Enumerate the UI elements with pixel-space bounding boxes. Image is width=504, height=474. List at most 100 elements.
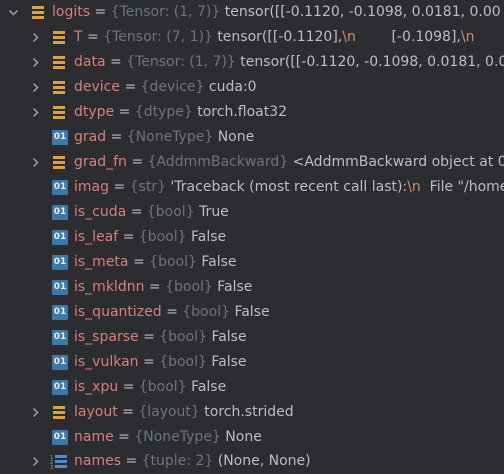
variable-type: {str}	[129, 179, 166, 195]
tree-row-name[interactable]: 01 name = {NoneType} None	[0, 425, 504, 450]
equals-sign: =	[148, 279, 161, 295]
variable-value: False	[211, 354, 247, 370]
variables-tree: logits = {Tensor: (1, 7)} tensor([[-0.11…	[0, 0, 504, 474]
tree-row-is-vulkan[interactable]: 01 is_vulkan = {bool} False	[0, 350, 504, 375]
primitive-icon: 01	[52, 305, 68, 320]
variable-value: None	[217, 129, 255, 145]
variable-name: is_xpu	[74, 379, 119, 395]
variable-value-continued: File "/home	[420, 179, 504, 195]
equals-sign: =	[124, 79, 137, 95]
tree-row-is-meta[interactable]: 01 is_meta = {bool} False	[0, 250, 504, 275]
variable-name: logits	[52, 4, 91, 20]
chevron-right-icon[interactable]	[29, 400, 41, 425]
variable-value: False	[201, 254, 237, 270]
variable-type: {device}	[140, 79, 205, 95]
tree-row-device[interactable]: device = {device} cuda:0	[0, 75, 504, 100]
variable-type: {bool}	[165, 279, 213, 295]
variable-name: device	[74, 79, 120, 95]
variable-type: {AddmmBackward}	[147, 154, 289, 170]
variable-name: grad_fn	[74, 154, 127, 170]
tree-row-data[interactable]: data = {Tensor: (1, 7)} tensor([[-0.1120…	[0, 50, 504, 75]
primitive-icon: 01	[52, 180, 68, 195]
variable-value: False	[234, 304, 270, 320]
variable-name: layout	[74, 404, 118, 420]
variable-type: {NoneType}	[134, 429, 221, 445]
variable-type: {bool}	[182, 304, 230, 320]
chevron-right-icon[interactable]	[29, 50, 41, 75]
equals-sign: =	[118, 429, 130, 445]
tree-row-imag[interactable]: 01 imag = {str} 'Traceback (most recent …	[0, 175, 504, 200]
equals-sign: =	[118, 104, 131, 120]
variable-type: {tuple: 2}	[141, 453, 214, 469]
variable-type: {Tensor: (1, 7)}	[110, 4, 221, 20]
variable-type: {dtype}	[134, 104, 193, 120]
variable-type: {Tensor: (7, 1)}	[103, 29, 213, 45]
variable-name: is_quantized	[74, 304, 162, 320]
equals-sign: =	[94, 4, 107, 20]
tree-row-dtype[interactable]: dtype = {dtype} torch.float32	[0, 100, 504, 125]
variable-value: torch.strided	[204, 404, 294, 420]
primitive-icon: 01	[52, 430, 68, 445]
list-icon: 1 2 3	[50, 454, 67, 469]
equals-sign: =	[122, 229, 135, 245]
variable-value: (None, None)	[217, 453, 311, 469]
primitive-icon: 01	[52, 355, 68, 370]
field-icon	[52, 80, 68, 95]
field-icon	[52, 155, 68, 170]
tree-row-grad-fn[interactable]: grad_fn = {AddmmBackward} <AddmmBackward…	[0, 150, 504, 175]
chevron-right-icon[interactable]	[29, 150, 41, 175]
variable-value: tensor([[-0.1120],	[217, 29, 343, 45]
variable-type: {bool}	[159, 329, 207, 345]
tree-row-is-sparse[interactable]: 01 is_sparse = {bool} False	[0, 325, 504, 350]
variable-value: None	[225, 429, 262, 445]
variable-type: {bool}	[138, 379, 187, 395]
equals-sign: =	[166, 304, 178, 320]
variable-value: 'Traceback (most recent call last):	[170, 179, 408, 195]
tree-row-is-xpu[interactable]: 01 is_xpu = {bool} False	[0, 375, 504, 400]
chevron-right-icon[interactable]	[29, 100, 41, 125]
svg-text:3: 3	[50, 465, 53, 469]
equals-sign: =	[143, 354, 155, 370]
field-icon	[52, 105, 68, 120]
variable-type: {bool}	[146, 204, 195, 220]
tree-row-grad[interactable]: 01 grad = {NoneType} None	[0, 125, 504, 150]
variable-value: True	[199, 204, 229, 220]
tree-row-layout[interactable]: layout = {layout} torch.strided	[0, 400, 504, 425]
equals-sign: =	[122, 379, 135, 395]
tree-row-is-cuda[interactable]: 01 is_cuda = {bool} True	[0, 200, 504, 225]
equals-sign: =	[132, 254, 145, 270]
equals-sign: =	[110, 129, 123, 145]
newline-escape: \n	[407, 179, 421, 195]
variable-value-continued: [-0.1098],	[355, 29, 461, 45]
equals-sign: =	[131, 154, 144, 170]
chevron-down-icon[interactable]	[7, 0, 19, 25]
chevron-right-icon[interactable]	[29, 449, 41, 474]
primitive-icon: 01	[52, 380, 68, 395]
tree-row-logits[interactable]: logits = {Tensor: (1, 7)} tensor([[-0.11…	[0, 0, 504, 25]
primitive-icon: 01	[52, 330, 68, 345]
variable-name: data	[74, 54, 106, 70]
field-icon	[31, 5, 47, 20]
equals-sign: =	[122, 404, 134, 420]
newline-escape: \n	[342, 29, 356, 45]
equals-sign: =	[143, 329, 155, 345]
variable-name: is_mkldnn	[74, 279, 145, 295]
tree-row-is-quantized[interactable]: 01 is_quantized = {bool} False	[0, 300, 504, 325]
newline-escape: \n	[460, 29, 475, 45]
field-icon	[52, 405, 68, 420]
variable-name: T	[74, 29, 83, 45]
variable-value: False	[217, 279, 253, 295]
variable-name: is_vulkan	[74, 354, 139, 370]
tree-row-names[interactable]: 1 2 3 names = {tuple: 2} (None, None)	[0, 449, 504, 474]
field-icon	[52, 30, 68, 45]
variable-name: dtype	[74, 104, 115, 120]
variable-value: False	[191, 379, 227, 395]
chevron-right-icon[interactable]	[29, 75, 41, 100]
primitive-icon: 01	[52, 130, 68, 145]
tree-row-is-mkldnn[interactable]: 01 is_mkldnn = {bool} False	[0, 275, 504, 300]
chevron-right-icon[interactable]	[29, 25, 41, 50]
tree-row-is-leaf[interactable]: 01 is_leaf = {bool} False	[0, 225, 504, 250]
tree-row-T[interactable]: T = {Tensor: (7, 1)} tensor([[-0.1120],\…	[0, 25, 504, 50]
variable-value: False	[211, 329, 247, 345]
variable-value: tensor([[-0.1120, -0.1098, 0.0181, 0.00	[224, 4, 501, 20]
